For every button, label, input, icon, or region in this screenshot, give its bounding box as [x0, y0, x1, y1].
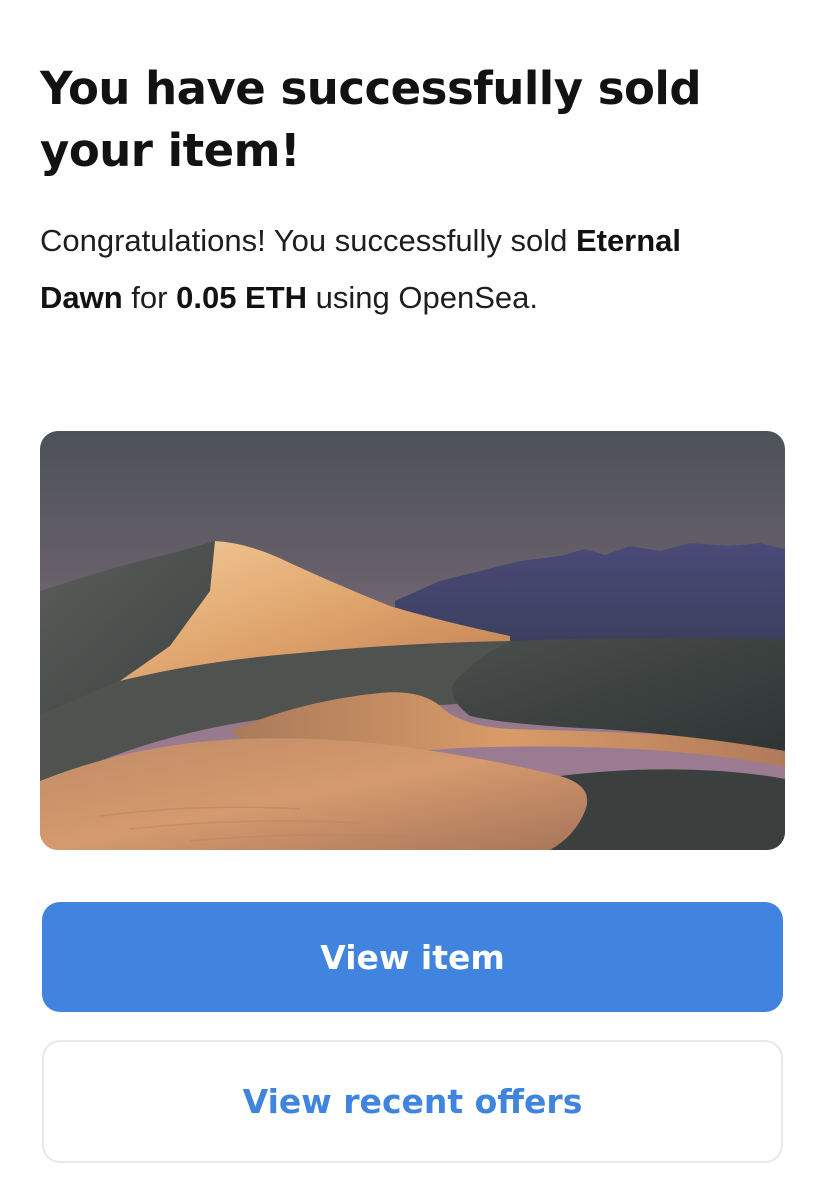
view-item-button[interactable]: View item	[42, 902, 783, 1012]
sale-success-panel: You have successfully sold your item! Co…	[40, 0, 785, 1163]
sale-price: 0.05 ETH	[176, 280, 308, 315]
page-title: You have successfully sold your item!	[40, 62, 702, 177]
nft-artwork-image	[40, 431, 785, 850]
message-suffix: using OpenSea.	[307, 280, 538, 315]
message-prefix: Congratulations! You successfully sold	[40, 223, 576, 258]
view-recent-offers-button[interactable]: View recent offers	[42, 1040, 783, 1163]
success-message: Congratulations! You successfully sold E…	[40, 212, 740, 326]
message-middle: for	[122, 280, 177, 315]
desert-dunes-artwork	[40, 431, 785, 850]
